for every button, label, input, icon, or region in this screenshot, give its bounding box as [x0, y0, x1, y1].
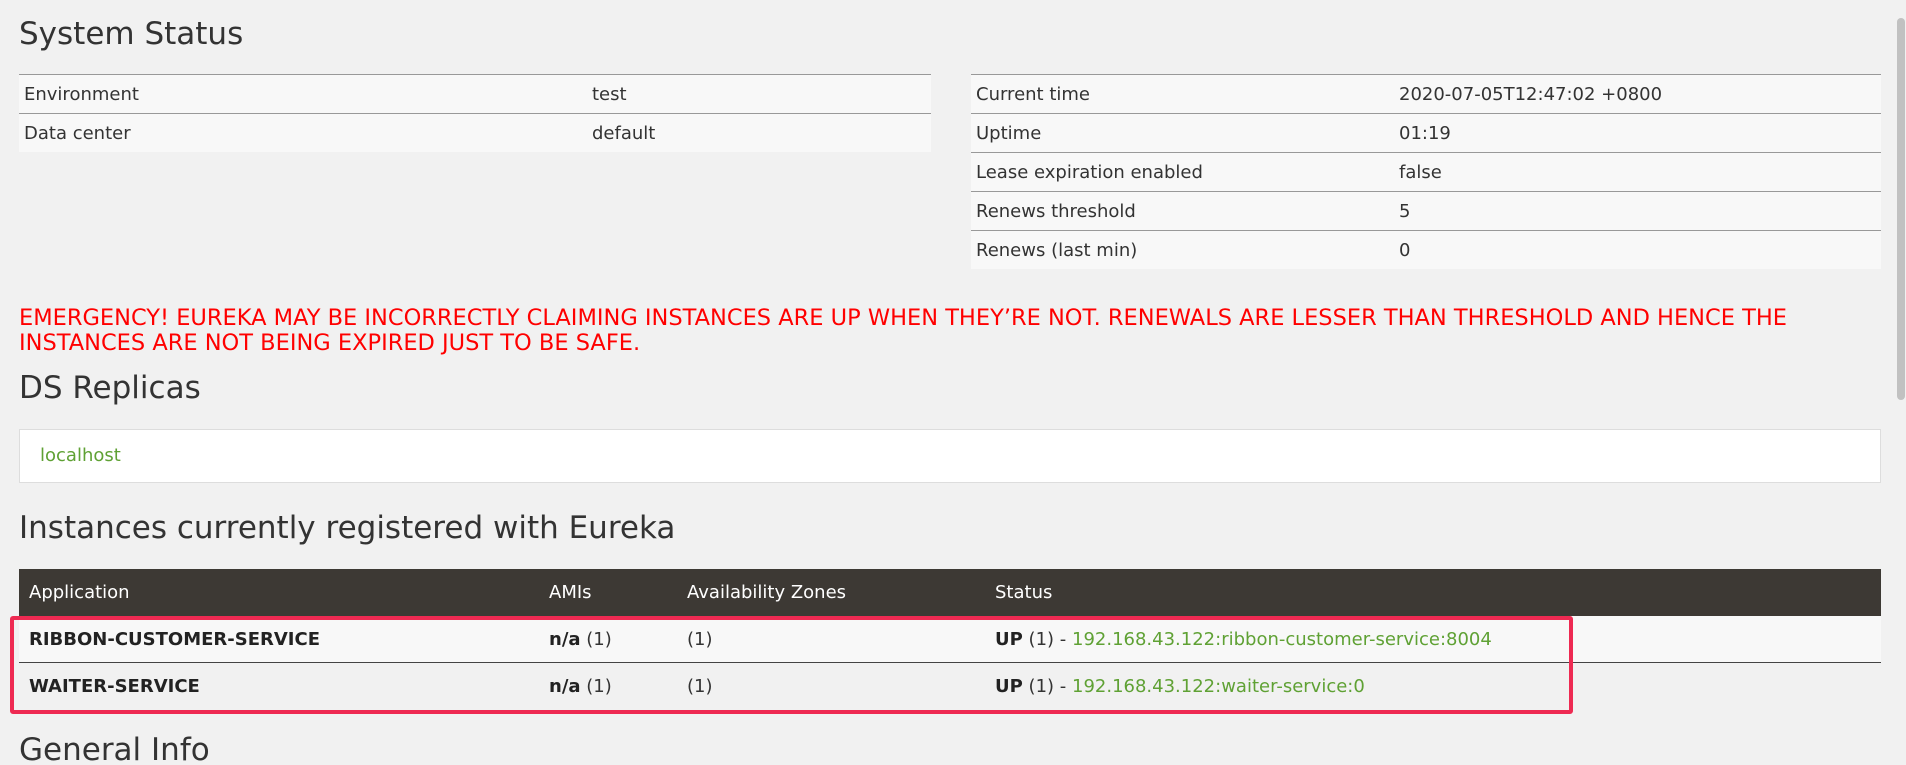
ami-value: n/a [549, 675, 581, 697]
status-row-lease-expiration: Lease expiration enabled false [971, 152, 1881, 192]
status-row-data-center: Data center default [19, 113, 931, 152]
status-label: Data center [19, 113, 587, 152]
table-row: WAITER-SERVICE n/a (1) (1) UP (1) - 192.… [19, 662, 1881, 709]
status-cell: UP (1) - 192.168.43.122:ribbon-customer-… [985, 616, 1881, 663]
column-header-status: Status [985, 569, 1881, 616]
application-name-text: WAITER-SERVICE [29, 675, 200, 697]
status-value: test [587, 74, 931, 114]
instance-link[interactable]: 192.168.43.122:waiter-service:0 [1072, 676, 1365, 697]
status-value: false [1394, 152, 1881, 192]
instances-header-row: Application AMIs Availability Zones Stat… [19, 569, 1881, 616]
system-status-left-table: Environment test Data center default [19, 74, 931, 152]
zones-cell: (1) [677, 662, 985, 709]
status-row-environment: Environment test [19, 74, 931, 114]
instances-table: Application AMIs Availability Zones Stat… [19, 569, 1881, 709]
emergency-warning: EMERGENCY! EUREKA MAY BE INCORRECTLY CLA… [19, 305, 1787, 356]
status-label: Renews (last min) [971, 230, 1394, 269]
zones-cell: (1) [677, 616, 985, 663]
ami-count: (1) [586, 675, 612, 697]
status-label: Renews threshold [971, 191, 1394, 231]
application-name: WAITER-SERVICE [19, 662, 539, 709]
system-status-right-table: Current time 2020-07-05T12:47:02 +0800 U… [971, 74, 1881, 269]
column-header-application: Application [19, 569, 539, 616]
replica-link-localhost[interactable]: localhost [40, 445, 121, 466]
ds-replicas-title: DS Replicas [19, 370, 201, 406]
status-label: Environment [19, 74, 587, 114]
status-up: UP [995, 675, 1023, 697]
instances-title: Instances currently registered with Eure… [19, 510, 676, 546]
scrollbar-thumb[interactable] [1897, 18, 1905, 400]
instance-link[interactable]: 192.168.43.122:ribbon-customer-service:8… [1072, 629, 1492, 650]
table-row: RIBBON-CUSTOMER-SERVICE n/a (1) (1) UP (… [19, 616, 1881, 663]
status-count: (1) - [1028, 675, 1067, 697]
general-info-title: General Info [19, 732, 210, 765]
vertical-scrollbar[interactable] [1896, 0, 1906, 765]
status-value: 01:19 [1394, 113, 1881, 153]
ami-count: (1) [586, 628, 612, 650]
status-row-uptime: Uptime 01:19 [971, 113, 1881, 153]
column-header-amis: AMIs [539, 569, 677, 616]
status-row-renews-last-min: Renews (last min) 0 [971, 230, 1881, 269]
status-value: 0 [1394, 230, 1881, 269]
application-name: RIBBON-CUSTOMER-SERVICE [19, 616, 539, 663]
ami-value: n/a [549, 628, 581, 650]
status-cell: UP (1) - 192.168.43.122:waiter-service:0 [985, 662, 1881, 709]
status-row-current-time: Current time 2020-07-05T12:47:02 +0800 [971, 74, 1881, 114]
status-value: 2020-07-05T12:47:02 +0800 [1394, 74, 1881, 114]
status-value: 5 [1394, 191, 1881, 231]
ds-replicas-list: localhost [19, 429, 1881, 483]
amis-cell: n/a (1) [539, 662, 677, 709]
status-count: (1) - [1028, 628, 1067, 650]
column-header-availability-zones: Availability Zones [677, 569, 985, 616]
status-label: Uptime [971, 113, 1394, 153]
status-up: UP [995, 628, 1023, 650]
status-row-renews-threshold: Renews threshold 5 [971, 191, 1881, 231]
eureka-dashboard: System Status Environment test Data cent… [0, 0, 1906, 765]
system-status-title: System Status [19, 16, 244, 52]
status-value: default [587, 113, 931, 152]
status-label: Current time [971, 74, 1394, 114]
status-label: Lease expiration enabled [971, 152, 1394, 192]
application-name-text: RIBBON-CUSTOMER-SERVICE [29, 628, 320, 650]
amis-cell: n/a (1) [539, 616, 677, 663]
